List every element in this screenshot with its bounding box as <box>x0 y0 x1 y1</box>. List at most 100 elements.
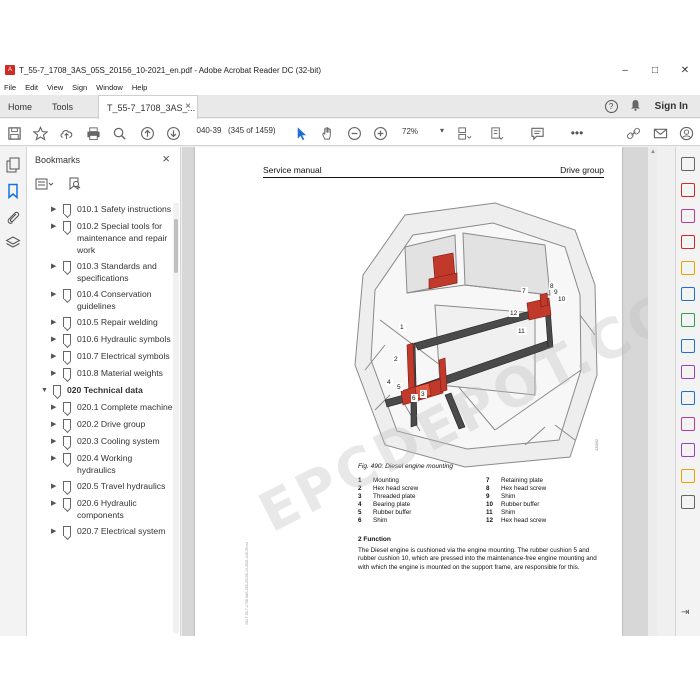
menu-help[interactable]: Help <box>128 83 152 92</box>
chevron-right-icon[interactable]: ▶ <box>51 220 61 233</box>
tab-home[interactable]: Home <box>8 95 32 118</box>
scrollbar-thumb[interactable] <box>174 219 178 273</box>
help-icon[interactable]: ? <box>604 100 618 113</box>
menu-window[interactable]: Window <box>92 83 128 92</box>
document-view[interactable]: Service manual Drive group 1 2 3 4 5 6 7… <box>182 147 653 636</box>
zoom-level-dropdown[interactable]: 72% ▾ <box>398 125 446 139</box>
menu-sign[interactable]: Sign <box>68 83 92 92</box>
chevron-right-icon[interactable]: ▶ <box>51 316 61 329</box>
bookmark-item[interactable]: ▶ 020.4 Working hydraulics <box>27 452 173 476</box>
chevron-right-icon[interactable]: ▶ <box>51 401 61 414</box>
bookmark-item[interactable]: ▶ 010.3 Standards and specifications <box>27 260 173 284</box>
tab-document[interactable]: T_55-7_1708_3AS_... × <box>98 95 198 119</box>
more-pdf-tools-icon[interactable] <box>681 469 695 483</box>
edit-pdf-icon[interactable] <box>681 209 695 223</box>
bookmark-item[interactable]: ▶ 010.8 Material weights <box>27 367 173 380</box>
page-side-code: SM-T-55-7-1708-3AS-05S-20156-10-2021-040… <box>245 542 249 625</box>
page-display-icon[interactable] <box>456 125 472 141</box>
layers-icon[interactable] <box>5 235 21 251</box>
fill-sign-icon[interactable] <box>681 365 695 379</box>
create-pdf-icon[interactable] <box>681 235 695 249</box>
scroll-mode-icon[interactable] <box>488 125 504 141</box>
notifications-bell-icon[interactable] <box>630 98 641 116</box>
legend-text: Bearing plate <box>373 501 411 508</box>
pdf-page: Service manual Drive group 1 2 3 4 5 6 7… <box>195 147 653 636</box>
document-scrollbar[interactable]: ▲ <box>648 147 657 636</box>
chevron-right-icon[interactable]: ▶ <box>51 480 61 493</box>
chevron-right-icon[interactable]: ▶ <box>51 497 61 510</box>
bookmark-item[interactable]: ▶ 020.6 Hydraulic components <box>27 497 173 521</box>
chevron-right-icon[interactable]: ▶ <box>51 288 61 301</box>
menu-view[interactable]: View <box>43 83 68 92</box>
chevron-down-icon[interactable]: ▼ <box>41 384 51 397</box>
cloud-upload-icon[interactable] <box>58 125 74 141</box>
zoom-in-icon[interactable] <box>372 125 388 141</box>
page-thumbnails-icon[interactable] <box>5 157 21 173</box>
previous-page-icon[interactable] <box>139 125 155 141</box>
export-icon[interactable] <box>681 417 695 431</box>
comment-icon[interactable] <box>529 125 545 141</box>
tab-close-icon[interactable]: × <box>185 101 191 112</box>
page-number-input[interactable]: 040-39 <box>196 126 222 135</box>
select-cursor-icon[interactable] <box>293 125 309 141</box>
zoom-search-icon[interactable] <box>111 125 127 141</box>
chevron-right-icon[interactable]: ▶ <box>51 435 61 448</box>
bookmark-item[interactable]: ▶ 010.4 Conservation guidelines <box>27 288 173 312</box>
hand-tool-icon[interactable] <box>319 125 335 141</box>
menu-edit[interactable]: Edit <box>21 83 43 92</box>
bookmark-item[interactable]: ▼ 020 Technical data <box>27 384 173 397</box>
next-page-icon[interactable] <box>165 125 181 141</box>
bookmark-item[interactable]: ▶ 010.6 Hydraulic symbols <box>27 333 173 346</box>
bookmark-item[interactable]: ▶ 020.1 Complete machine <box>27 401 173 414</box>
combine-files-icon[interactable] <box>681 287 695 301</box>
email-icon[interactable] <box>652 125 668 141</box>
zoom-out-icon[interactable] <box>346 125 362 141</box>
close-panel-icon[interactable]: × <box>162 151 170 166</box>
bookmark-item[interactable]: ▶ 010.1 Safety instructions <box>27 203 173 216</box>
chevron-right-icon[interactable]: ▶ <box>51 525 61 538</box>
bookmarks-scrollbar[interactable] <box>173 203 179 633</box>
bookmark-item[interactable]: ▶ 020.5 Travel hydraulics <box>27 480 173 493</box>
more-tools-icon[interactable]: ••• <box>569 125 585 141</box>
main-toolbar: 040-39 (345 of 1459) 72% ▾ ••• <box>0 119 700 146</box>
save-icon[interactable] <box>6 125 22 141</box>
attachments-paperclip-icon[interactable] <box>5 209 21 225</box>
comment-tool-icon[interactable] <box>681 261 695 275</box>
tab-tools[interactable]: Tools <box>52 95 73 118</box>
bookmark-label: 010.1 Safety instructions <box>77 204 172 214</box>
chevron-right-icon[interactable]: ▶ <box>51 350 61 363</box>
menu-file[interactable]: File <box>0 83 21 92</box>
bookmarks-panel-icon[interactable] <box>5 183 21 200</box>
bookmark-star-icon[interactable] <box>32 125 48 141</box>
maximize-button[interactable]: □ <box>640 65 670 76</box>
minimize-button[interactable]: – <box>610 65 640 76</box>
bookmark-item[interactable]: ▶ 010.2 Special tools for maintenance and… <box>27 220 173 256</box>
sign-in-button[interactable]: Sign In <box>655 101 688 112</box>
chevron-right-icon[interactable]: ▶ <box>51 333 61 346</box>
scroll-up-arrow-icon[interactable]: ▲ <box>650 149 656 159</box>
chevron-right-icon[interactable]: ▶ <box>51 452 61 465</box>
chevron-right-icon[interactable]: ▶ <box>51 418 61 431</box>
bookmark-item[interactable]: ▶ 010.5 Repair welding <box>27 316 173 329</box>
bookmark-item[interactable]: ▶ 020.7 Electrical system <box>27 525 173 538</box>
share-link-icon[interactable] <box>625 125 641 141</box>
expand-panel-icon[interactable]: ⇥ <box>681 607 695 621</box>
search-zoom-icon[interactable] <box>681 157 695 171</box>
print-icon[interactable] <box>85 125 101 141</box>
find-bookmark-icon[interactable] <box>69 177 81 193</box>
chevron-right-icon[interactable]: ▶ <box>51 367 61 380</box>
bookmark-item[interactable]: ▶ 010.7 Electrical symbols <box>27 350 173 363</box>
export-pdf-icon[interactable] <box>681 183 695 197</box>
chevron-right-icon[interactable]: ▶ <box>51 203 61 216</box>
close-window-button[interactable]: ✕ <box>670 65 700 76</box>
chevron-right-icon[interactable]: ▶ <box>51 260 61 273</box>
scan-ocr-icon[interactable] <box>681 339 695 353</box>
bookmark-options-icon[interactable] <box>35 178 55 193</box>
bookmark-item[interactable]: ▶ 020.3 Cooling system <box>27 435 173 448</box>
customize-tools-icon[interactable] <box>681 495 695 509</box>
request-signature-icon[interactable] <box>681 443 695 457</box>
account-avatar-icon[interactable] <box>678 125 694 141</box>
protect-icon[interactable] <box>681 391 695 405</box>
organize-pages-icon[interactable] <box>681 313 695 327</box>
bookmark-item[interactable]: ▶ 020.2 Drive group <box>27 418 173 431</box>
